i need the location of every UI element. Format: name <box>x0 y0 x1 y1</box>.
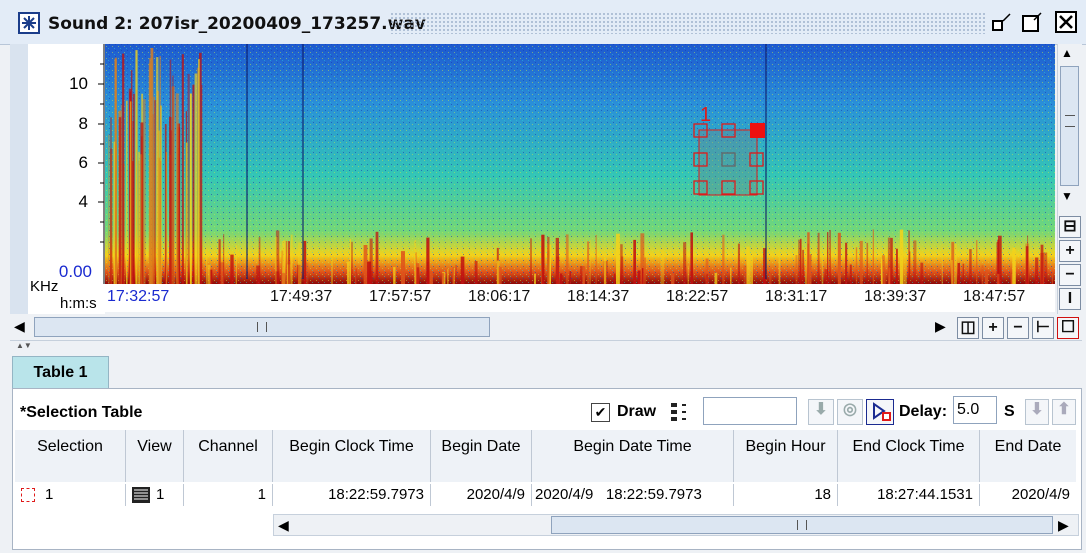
column-header[interactable]: Selection <box>15 430 126 482</box>
cell-end-clock-time[interactable]: 18:27:44.1531 <box>838 484 980 506</box>
move-up-disabled-icon[interactable]: ⬆ <box>1052 399 1076 425</box>
cell-selection-value: 1 <box>45 486 54 503</box>
table-scroll-right-icon[interactable]: ▶ <box>1058 517 1069 534</box>
draw-checkbox[interactable]: ✔ <box>591 403 610 422</box>
play-selection-icon[interactable] <box>866 399 894 425</box>
selection-tool-icon[interactable]: ☐ <box>1057 317 1079 339</box>
spectrogram-view-icon <box>132 487 150 504</box>
column-header[interactable]: Begin Hour <box>734 430 838 482</box>
column-header[interactable]: View <box>126 430 184 482</box>
horizontal-scroll-panel: ◀ ▶ <box>10 316 955 338</box>
title-bar-grip <box>390 12 985 34</box>
y-tick-label: 8 <box>78 114 88 133</box>
selection-table-title: *Selection Table <box>20 404 143 421</box>
scroll-right-arrow-icon[interactable]: ▶ <box>935 318 946 335</box>
time-tick-label: 18:06:17 <box>468 288 531 305</box>
down-arrow-disabled-icon[interactable]: ⬇ <box>808 399 834 425</box>
scroll-left-arrow-icon[interactable]: ◀ <box>14 318 25 335</box>
cell-selection[interactable]: 1 <box>15 484 126 506</box>
zoom-in-vertical-icon[interactable]: + <box>1059 240 1081 262</box>
cell-end-date[interactable]: 2020/4/9 <box>980 484 1076 506</box>
time-tick-label: 18:39:37 <box>864 288 927 305</box>
table-scroll-left-icon[interactable]: ◀ <box>278 517 289 534</box>
time-tick-label: 18:47:57 <box>963 288 1026 305</box>
time-start-label: 17:32:57 <box>107 288 170 305</box>
time-tick-label: 18:31:17 <box>765 288 828 305</box>
column-options-icon[interactable] <box>669 401 691 423</box>
column-header[interactable]: Begin Clock Time <box>273 430 431 482</box>
time-tick-label: 17:49:37 <box>270 288 333 305</box>
window-title-bar[interactable]: Sound 2: 207isr_20200409_173257.wav <box>0 0 1086 45</box>
selection-marker-icon <box>21 488 35 503</box>
zoom-out-vertical-icon[interactable]: − <box>1059 264 1081 286</box>
delay-input[interactable] <box>953 396 997 424</box>
tab-table-1[interactable]: Table 1 <box>12 356 109 390</box>
cell-begin-clock-time[interactable]: 18:22:59.7973 <box>273 484 431 506</box>
scroll-down-arrow-icon[interactable]: ▼ <box>1061 189 1073 203</box>
panel-splitter[interactable]: ▲▼ <box>10 340 1082 351</box>
table-scroll-thumb[interactable] <box>551 516 1053 534</box>
minimize-icon[interactable] <box>990 10 1014 34</box>
horizontal-scroll-thumb[interactable] <box>34 317 490 337</box>
y-tick-label: 10 <box>69 74 88 93</box>
time-tick-label: 17:57:57 <box>369 288 432 305</box>
column-header[interactable]: Begin Date <box>431 430 532 482</box>
cell-view[interactable]: 1 <box>126 484 184 506</box>
y-unit-label: KHz <box>30 278 59 295</box>
delay-unit-label: S <box>1004 403 1015 420</box>
fit-selection-horizontal-icon[interactable]: ⊢ <box>1032 317 1054 339</box>
sound-window-icon <box>18 12 40 34</box>
vertical-scroll-thumb[interactable] <box>1060 66 1079 186</box>
cell-begin-date-time[interactable]: 2020/4/9 18:22:59.7973 <box>532 484 734 506</box>
splitter-arrows-icon[interactable]: ▲▼ <box>16 341 32 350</box>
y-axis: 10 8 6 4 0.00 KHz h:m:s <box>28 44 105 314</box>
selection-number-label: 1 <box>700 104 711 126</box>
cell-view-value: 1 <box>156 486 165 503</box>
left-gutter <box>10 44 29 314</box>
y-tick-label: 4 <box>78 192 88 211</box>
column-header[interactable]: Begin Date Time <box>532 430 734 482</box>
time-axis: 17:32:57 17:49:37 17:57:57 18:06:17 18:1… <box>105 284 1055 312</box>
table-search-input[interactable] <box>703 397 797 425</box>
move-down-disabled-icon[interactable]: ⬇ <box>1025 399 1049 425</box>
stop-disabled-icon[interactable]: ◎ <box>837 399 863 425</box>
cell-begin-date[interactable]: 2020/4/9 <box>431 484 532 506</box>
maximize-icon[interactable] <box>1020 10 1044 34</box>
cell-channel[interactable]: 1 <box>184 484 273 506</box>
scroll-up-arrow-icon[interactable]: ▲ <box>1061 46 1073 60</box>
cell-begin-hour[interactable]: 18 <box>734 484 838 506</box>
delay-label: Delay: <box>899 403 948 420</box>
selection-corner-handle <box>750 123 765 138</box>
spectrogram-view[interactable]: 1 <box>105 44 1055 285</box>
column-header[interactable]: End Clock Time <box>838 430 980 482</box>
close-icon[interactable] <box>1054 10 1078 34</box>
table-horizontal-scroll: ◀ ▶ <box>273 514 1079 536</box>
column-header[interactable]: End Date <box>980 430 1076 482</box>
fit-selection-vertical-icon[interactable]: I <box>1059 288 1081 310</box>
fit-horizontal-icon[interactable]: ◫ <box>957 317 979 339</box>
vertical-scroll-panel: ▲ ▼ ⊟ + − I <box>1057 44 1082 314</box>
window-title: Sound 2: 207isr_20200409_173257.wav <box>48 14 426 34</box>
y-tick-label: 6 <box>78 153 88 172</box>
time-tick-label: 18:14:37 <box>567 288 630 305</box>
zoom-in-horizontal-icon[interactable]: + <box>982 317 1004 339</box>
x-unit-label: h:m:s <box>60 295 97 312</box>
zoom-out-horizontal-icon[interactable]: − <box>1007 317 1029 339</box>
column-header[interactable]: Channel <box>184 430 273 482</box>
draw-label: Draw <box>617 403 657 420</box>
fit-vertical-icon[interactable]: ⊟ <box>1059 216 1081 238</box>
time-tick-label: 18:22:57 <box>666 288 729 305</box>
